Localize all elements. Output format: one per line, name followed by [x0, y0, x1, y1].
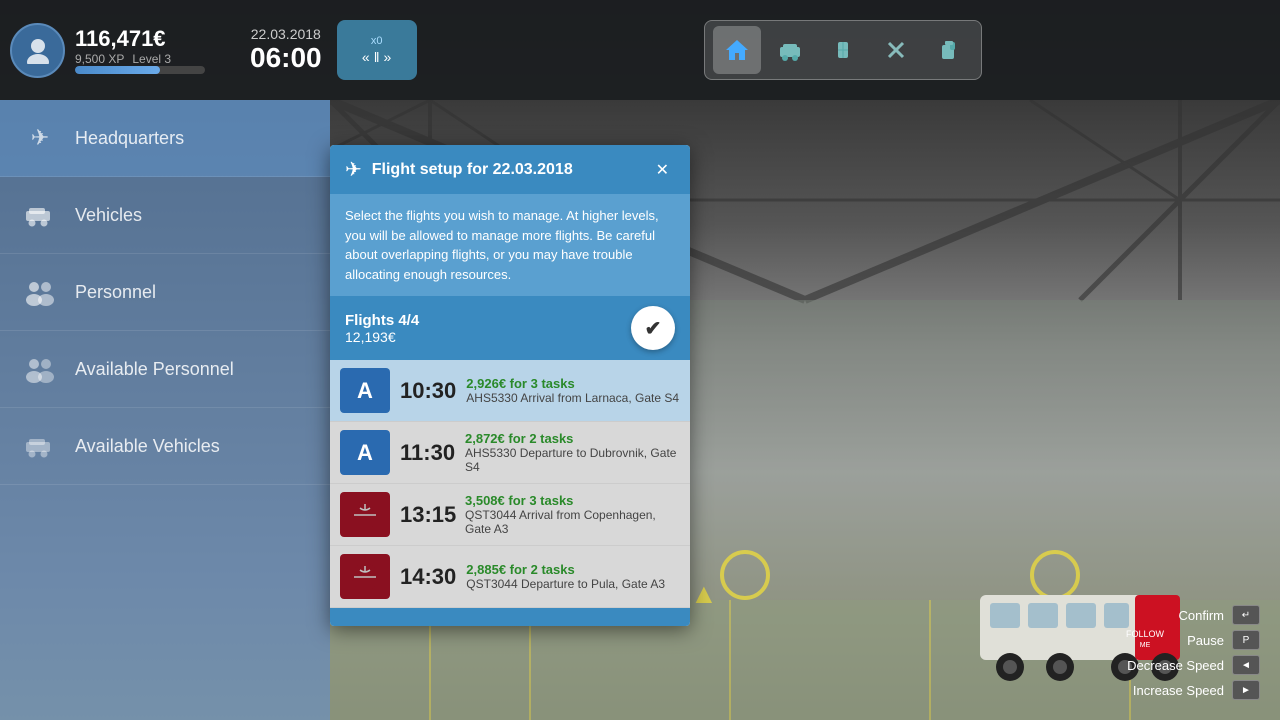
- speed-label: x0: [371, 35, 383, 47]
- airline-code-1: A: [357, 378, 373, 404]
- nav-bar: [704, 20, 982, 80]
- flight-earning-4: 2,885€ for 2 tasks: [466, 562, 665, 577]
- flight-time-2: 11:30: [400, 440, 455, 466]
- rewind-btn[interactable]: «: [362, 49, 370, 65]
- flight-earning-3: 3,508€ for 3 tasks: [465, 493, 680, 508]
- player-info: 116,471€ 9,500 XP Level 3: [10, 23, 230, 78]
- flight-earning-2: 2,872€ for 2 tasks: [465, 431, 680, 446]
- avatar: [10, 23, 65, 78]
- flight-earning-1: 2,926€ for 3 tasks: [466, 376, 679, 391]
- modal-plane-icon: ✈: [345, 157, 362, 182]
- check-icon: ✔: [645, 316, 662, 341]
- center-nav: [417, 20, 1270, 80]
- modal-description-text: Select the flights you wish to manage. A…: [345, 208, 659, 282]
- flight-number-2: AHS5330 Departure to Dubrovnik, Gate S4: [465, 446, 680, 474]
- datetime-block: 22.03.2018 06:00: [250, 26, 322, 74]
- top-bar: 116,471€ 9,500 XP Level 3 22.03.2018 06:…: [0, 0, 1280, 100]
- flight-details-4: 2,885€ for 2 tasks QST3044 Departure to …: [466, 562, 665, 591]
- flight-time-1: 10:30: [400, 378, 456, 404]
- flight-list: A 10:30 2,926€ for 3 tasks AHS5330 Arriv…: [330, 360, 690, 608]
- airline-logo-2: A: [340, 430, 390, 475]
- flight-number-4: QST3044 Departure to Pula, Gate A3: [466, 577, 665, 591]
- xp-bar-fill: [75, 66, 160, 74]
- speed-controls[interactable]: x0 « ‖ »: [337, 20, 417, 80]
- flight-item-4[interactable]: 14:30 2,885€ for 2 tasks QST3044 Departu…: [330, 546, 690, 608]
- level-text: Level 3: [132, 52, 171, 66]
- nav-vehicle-btn[interactable]: [766, 26, 814, 74]
- airline-logo-3: [340, 492, 390, 537]
- modal-title: Flight setup for 22.03.2018: [372, 161, 573, 179]
- forward-btn[interactable]: »: [384, 49, 392, 65]
- modal-header: ✈ Flight setup for 22.03.2018 ✕: [330, 145, 690, 194]
- nav-food-btn[interactable]: [819, 26, 867, 74]
- nav-home-btn[interactable]: [713, 26, 761, 74]
- flight-modal: ✈ Flight setup for 22.03.2018 ✕ Select t…: [330, 145, 690, 626]
- flights-header: Flights 4/4 12,193€ ✔: [330, 296, 690, 360]
- flight-number-1: AHS5330 Arrival from Larnaca, Gate S4: [466, 391, 679, 405]
- flight-number-3: QST3044 Arrival from Copenhagen, Gate A3: [465, 508, 680, 536]
- flight-details-2: 2,872€ for 2 tasks AHS5330 Departure to …: [465, 431, 680, 474]
- modal-close-btn[interactable]: ✕: [650, 158, 675, 182]
- confirm-flights-btn[interactable]: ✔: [631, 306, 675, 350]
- airline-logo-1: A: [340, 368, 390, 413]
- modal-overlay: ✈ Flight setup for 22.03.2018 ✕ Select t…: [0, 100, 1280, 720]
- nav-fuel-btn[interactable]: [925, 26, 973, 74]
- flight-item-3[interactable]: 13:15 3,508€ for 3 tasks QST3044 Arrival…: [330, 484, 690, 546]
- modal-description: Select the flights you wish to manage. A…: [330, 194, 690, 296]
- flights-count: Flights 4/4: [345, 312, 419, 329]
- flight-item-2[interactable]: A 11:30 2,872€ for 2 tasks AHS5330 Depar…: [330, 422, 690, 484]
- airline-code-2: A: [357, 440, 373, 466]
- money-display: 116,471€: [75, 26, 205, 52]
- time-display: 06:00: [250, 42, 322, 74]
- nav-close-btn[interactable]: [872, 26, 920, 74]
- xp-bar: [75, 66, 205, 74]
- flight-time-4: 14:30: [400, 564, 456, 590]
- pause-btn[interactable]: ‖: [374, 49, 380, 65]
- modal-footer: [330, 608, 690, 626]
- date-display: 22.03.2018: [251, 26, 321, 42]
- flight-details-1: 2,926€ for 3 tasks AHS5330 Arrival from …: [466, 376, 679, 405]
- flight-item-1[interactable]: A 10:30 2,926€ for 3 tasks AHS5330 Arriv…: [330, 360, 690, 422]
- flight-time-3: 13:15: [400, 502, 455, 528]
- flights-total: 12,193€: [345, 329, 419, 345]
- airline-logo-4: [340, 554, 390, 599]
- xp-text: 9,500 XP: [75, 52, 124, 66]
- flight-details-3: 3,508€ for 3 tasks QST3044 Arrival from …: [465, 493, 680, 536]
- player-stats: 116,471€ 9,500 XP Level 3: [75, 26, 205, 74]
